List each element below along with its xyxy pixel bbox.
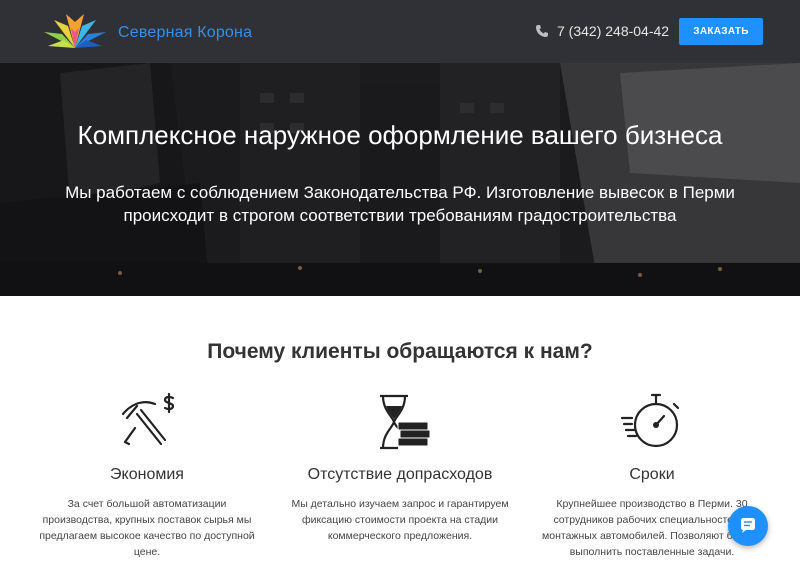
site-header: Северная Корона 7 (342) 248-04-42 ЗАКАЗА… bbox=[0, 0, 800, 63]
feature-text: За счет большой автоматизации производст… bbox=[39, 498, 255, 558]
section-title: Почему клиенты обращаются к нам? bbox=[207, 340, 593, 363]
feature-title: Сроки bbox=[629, 466, 675, 483]
feature-no-extra-costs: Отсутствие допрасходов Мы детально изуча… bbox=[275, 392, 525, 544]
crown-logo-icon[interactable] bbox=[42, 8, 108, 54]
phone-icon bbox=[536, 25, 548, 37]
pickaxe-dollar-icon bbox=[121, 392, 175, 446]
chat-button[interactable] bbox=[728, 506, 768, 546]
hourglass-money-icon bbox=[380, 394, 431, 450]
brand-name[interactable]: Северная Корона bbox=[118, 24, 252, 42]
order-button[interactable]: ЗАКАЗАТЬ bbox=[679, 18, 763, 45]
feature-title: Экономия bbox=[110, 466, 184, 483]
hero-banner: Комплексное наружное оформление вашего б… bbox=[0, 63, 800, 296]
stopwatch-icon bbox=[620, 393, 680, 448]
feature-title: Отсутствие допрасходов bbox=[307, 466, 493, 483]
hero-subtitle: Мы работаем с соблюдением Законодательст… bbox=[65, 183, 735, 225]
phone-number[interactable]: 7 (342) 248-04-42 bbox=[557, 23, 669, 39]
feature-economy: Экономия За счет большой автоматизации п… bbox=[22, 392, 272, 560]
hero-overlay bbox=[0, 63, 800, 296]
chat-bubble-icon bbox=[741, 518, 755, 533]
hero-title: Комплексное наружное оформление вашего б… bbox=[77, 120, 723, 150]
feature-text: Мы детально изучаем запрос и гарантируем… bbox=[291, 498, 509, 542]
